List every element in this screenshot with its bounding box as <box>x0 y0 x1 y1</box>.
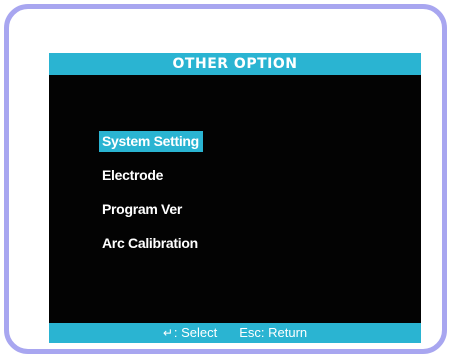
screen-title: OTHER OPTION <box>49 53 421 75</box>
menu-item-arc-calibration[interactable]: Arc Calibration <box>99 233 203 267</box>
menu-item-label: Program Ver <box>102 201 182 217</box>
select-hint: : Select <box>173 325 218 340</box>
menu-item-label: Arc Calibration <box>102 235 198 251</box>
menu-item-electrode[interactable]: Electrode <box>99 165 203 199</box>
status-bar: ↵: Select Esc: Return <box>49 323 421 343</box>
menu-item-label: Electrode <box>102 167 164 183</box>
menu-item-system-setting[interactable]: System Setting <box>99 131 203 165</box>
menu-item-program-ver[interactable]: Program Ver <box>99 199 203 233</box>
device-bezel: OTHER OPTION System Setting Electrode Pr… <box>4 4 447 354</box>
option-menu: System Setting Electrode Program Ver Arc… <box>99 131 203 267</box>
device-screen: OTHER OPTION System Setting Electrode Pr… <box>49 53 421 343</box>
return-hint: Esc: Return <box>239 325 308 340</box>
menu-item-label: System Setting <box>99 131 203 152</box>
enter-key-icon: ↵ <box>162 326 173 340</box>
